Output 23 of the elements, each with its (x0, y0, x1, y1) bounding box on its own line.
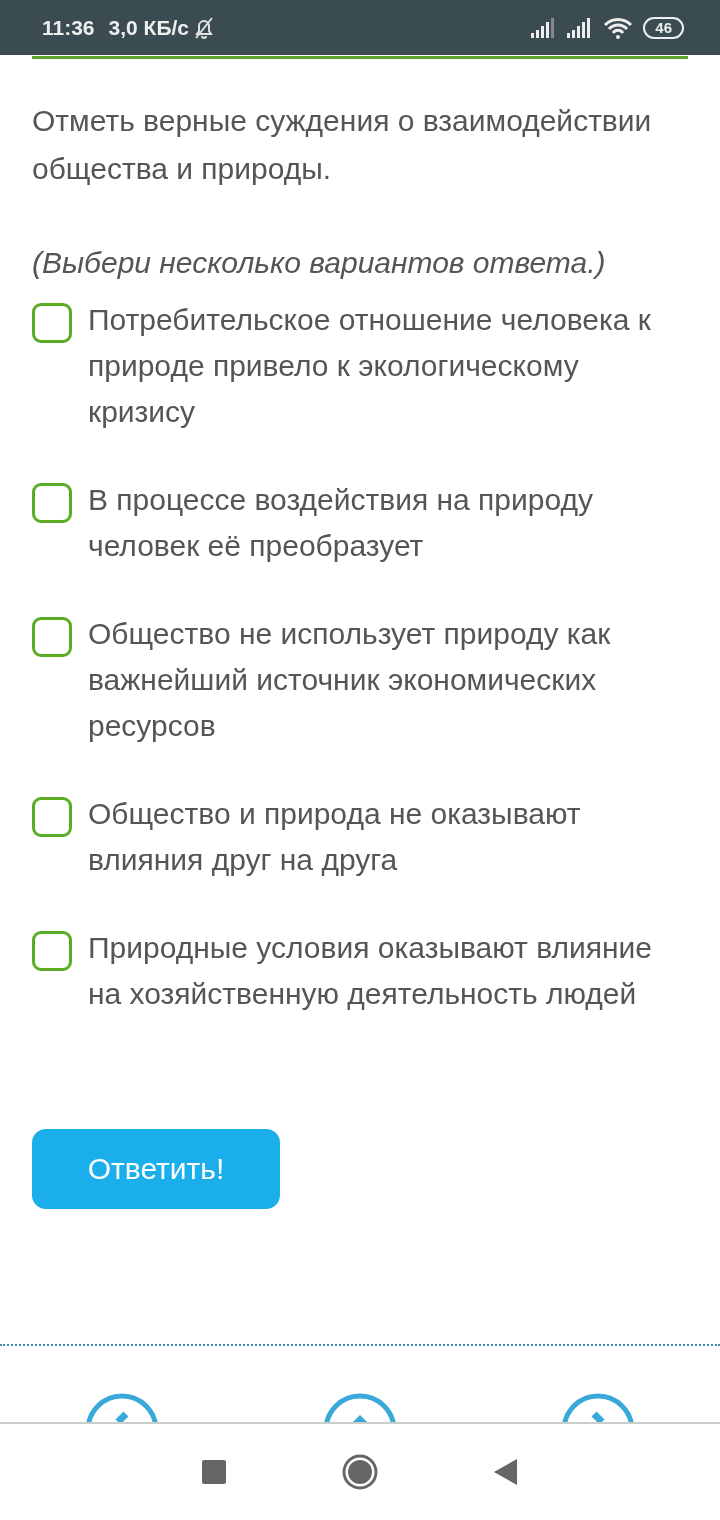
up-icon[interactable] (322, 1392, 398, 1422)
network-speed: 3,0 КБ/с (108, 15, 189, 40)
checkbox[interactable] (32, 617, 72, 657)
previous-icon[interactable] (84, 1392, 160, 1422)
status-time: 11:36 (42, 15, 95, 40)
hint-text: (Выбери несколько вариантов ответа.) (32, 245, 607, 281)
wifi-icon (603, 16, 634, 39)
option-label: В процессе воздействия на природу человек её преобразует (88, 482, 594, 564)
option-label: Природные условия оказывают влияние на хозяйственную деятельность людей (88, 930, 653, 1012)
battery-indicator: 46 (643, 16, 684, 39)
back-icon[interactable] (494, 1459, 518, 1485)
checkbox[interactable] (32, 303, 72, 343)
checkbox[interactable] (32, 797, 72, 837)
home-icon[interactable] (342, 1454, 378, 1490)
option-label: Общество и природа не оказывают влияния друг на друга (88, 796, 582, 878)
option-label: Общество не использует природу как важнейший источник экономических ресурсов (88, 616, 612, 744)
option-label: Потребительское отношение человека к природе привело к экологическому кризису (88, 302, 652, 430)
checkbox[interactable] (32, 931, 72, 971)
question-text: Отметь верные суждения о взаимодействии общества и природы. (32, 103, 653, 187)
checkbox[interactable] (32, 483, 72, 523)
bell-off-icon (193, 15, 215, 40)
next-icon[interactable] (560, 1392, 636, 1422)
submit-button[interactable]: Ответить! (32, 1129, 280, 1209)
